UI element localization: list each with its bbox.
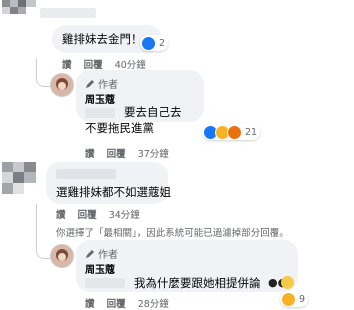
avatar[interactable] bbox=[2, 0, 36, 14]
author-badge: 作者 bbox=[85, 246, 118, 261]
reply-button[interactable]: 回覆 bbox=[107, 149, 126, 160]
pen-icon bbox=[86, 249, 94, 258]
author-avatar[interactable] bbox=[50, 73, 74, 97]
thread-line bbox=[36, 58, 51, 87]
comment-actions: 讚 回覆 34分鐘 bbox=[56, 207, 140, 221]
comment-actions: 讚 回覆 28分鐘 bbox=[85, 296, 169, 310]
thread-line bbox=[36, 204, 51, 259]
haha-icon bbox=[281, 291, 296, 307]
reaction-summary[interactable]: 9 bbox=[280, 291, 309, 307]
reply-text-line2: 不要拖民進黨 bbox=[85, 121, 154, 135]
comment-text: 雞排妹去金門！ bbox=[62, 32, 143, 46]
avatar[interactable] bbox=[2, 162, 36, 194]
reaction-count: 9 bbox=[299, 293, 306, 305]
reply-button[interactable]: 回覆 bbox=[78, 210, 97, 221]
filter-notice: 你選擇了「最相關」，因此系統可能已過濾掉部分回覆。 bbox=[56, 228, 289, 239]
like-button[interactable]: 讚 bbox=[62, 60, 72, 71]
grimace-emoji-icon bbox=[281, 276, 294, 289]
angry-icon bbox=[227, 124, 242, 140]
reaction-summary[interactable]: 2 bbox=[140, 35, 169, 51]
comment-actions: 讚 回覆 37分鐘 bbox=[85, 146, 169, 160]
reply-button[interactable]: 回覆 bbox=[107, 299, 126, 310]
like-button[interactable]: 讚 bbox=[85, 149, 95, 160]
reaction-count: 2 bbox=[159, 37, 166, 49]
comment-time[interactable]: 28分鐘 bbox=[138, 299, 169, 310]
reply-text: 我為什麼要跟她相提併論 bbox=[134, 276, 261, 290]
username-blurred[interactable] bbox=[56, 169, 116, 179]
author-name[interactable]: 周玉蔻 bbox=[85, 91, 115, 106]
username-blurred[interactable] bbox=[40, 8, 96, 18]
reaction-count: 21 bbox=[245, 126, 258, 138]
reaction-summary[interactable]: 21 bbox=[202, 124, 261, 140]
like-icon bbox=[141, 35, 156, 51]
comment-text: 選雞排妹都不如選蔻姐 bbox=[56, 185, 171, 199]
pen-icon bbox=[86, 79, 94, 88]
comment-time[interactable]: 37分鐘 bbox=[138, 149, 169, 160]
comment-actions: 讚 回覆 40分鐘 bbox=[62, 57, 146, 71]
like-button[interactable]: 讚 bbox=[56, 210, 66, 221]
like-button[interactable]: 讚 bbox=[85, 299, 95, 310]
mention-blurred[interactable] bbox=[85, 278, 125, 288]
author-badge: 作者 bbox=[85, 76, 118, 91]
author-name[interactable]: 周玉蔻 bbox=[85, 261, 115, 276]
mention-blurred[interactable] bbox=[85, 108, 115, 118]
comment-time[interactable]: 34分鐘 bbox=[109, 210, 140, 221]
author-avatar[interactable] bbox=[50, 244, 74, 268]
reply-text-line1: 要去自己去 bbox=[124, 105, 182, 119]
